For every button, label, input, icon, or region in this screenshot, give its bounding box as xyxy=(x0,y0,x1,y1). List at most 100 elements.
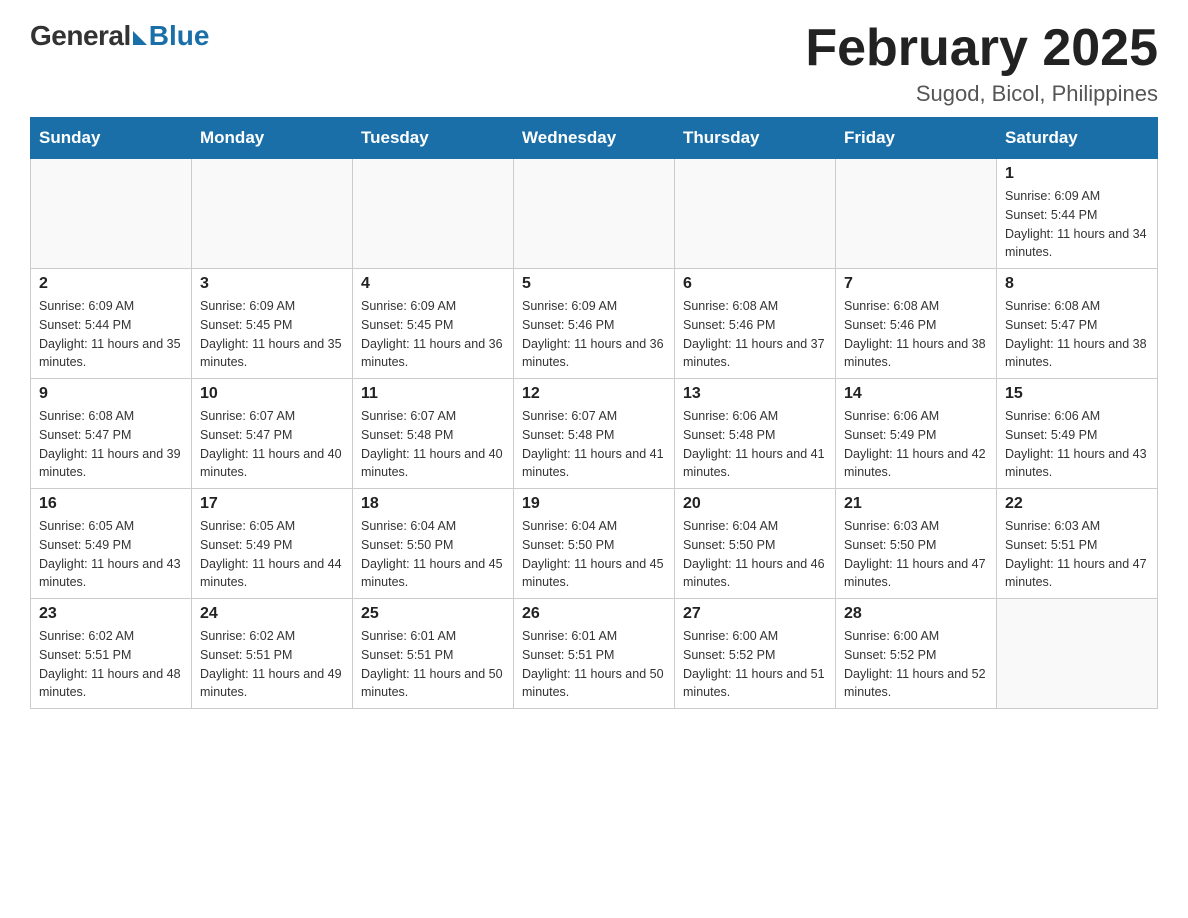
calendar-cell: 17 Sunrise: 6:05 AMSunset: 5:49 PMDayligh… xyxy=(192,489,353,599)
day-info: Sunrise: 6:00 AMSunset: 5:52 PMDaylight:… xyxy=(844,627,988,702)
calendar-header-saturday: Saturday xyxy=(997,118,1158,159)
calendar-header-friday: Friday xyxy=(836,118,997,159)
logo-general-text: General xyxy=(30,20,131,52)
day-number: 24 xyxy=(200,605,344,623)
day-number: 7 xyxy=(844,275,988,293)
day-info: Sunrise: 6:03 AMSunset: 5:50 PMDaylight:… xyxy=(844,517,988,592)
calendar-cell: 8 Sunrise: 6:08 AMSunset: 5:47 PMDaylight… xyxy=(997,269,1158,379)
day-number: 13 xyxy=(683,385,827,403)
day-number: 4 xyxy=(361,275,505,293)
day-number: 27 xyxy=(683,605,827,623)
day-number: 16 xyxy=(39,495,183,513)
day-info: Sunrise: 6:05 AMSunset: 5:49 PMDaylight:… xyxy=(39,517,183,592)
day-number: 5 xyxy=(522,275,666,293)
calendar-cell xyxy=(31,159,192,269)
calendar-week-row: 23 Sunrise: 6:02 AMSunset: 5:51 PMDayligh… xyxy=(31,599,1158,709)
day-info: Sunrise: 6:06 AMSunset: 5:49 PMDaylight:… xyxy=(1005,407,1149,482)
day-number: 12 xyxy=(522,385,666,403)
calendar-cell xyxy=(836,159,997,269)
calendar-cell: 19Sunrise: 6:04 AMSunset: 5:50 PMDayligh… xyxy=(514,489,675,599)
calendar-cell xyxy=(514,159,675,269)
calendar-cell: 22 Sunrise: 6:03 AMSunset: 5:51 PMDayligh… xyxy=(997,489,1158,599)
calendar-cell: 9 Sunrise: 6:08 AMSunset: 5:47 PMDaylight… xyxy=(31,379,192,489)
day-info: Sunrise: 6:06 AMSunset: 5:48 PMDaylight:… xyxy=(683,407,827,482)
day-info: Sunrise: 6:04 AMSunset: 5:50 PMDaylight:… xyxy=(683,517,827,592)
calendar-cell: 5 Sunrise: 6:09 AMSunset: 5:46 PMDaylight… xyxy=(514,269,675,379)
calendar-cell: 15 Sunrise: 6:06 AMSunset: 5:49 PMDayligh… xyxy=(997,379,1158,489)
calendar-cell: 3 Sunrise: 6:09 AMSunset: 5:45 PMDaylight… xyxy=(192,269,353,379)
day-number: 20 xyxy=(683,495,827,513)
day-info: Sunrise: 6:09 AMSunset: 5:45 PMDaylight:… xyxy=(361,297,505,372)
calendar-cell: 7 Sunrise: 6:08 AMSunset: 5:46 PMDaylight… xyxy=(836,269,997,379)
location-subtitle: Sugod, Bicol, Philippines xyxy=(805,81,1158,107)
day-info: Sunrise: 6:08 AMSunset: 5:47 PMDaylight:… xyxy=(39,407,183,482)
calendar-week-row: 2 Sunrise: 6:09 AMSunset: 5:44 PMDaylight… xyxy=(31,269,1158,379)
day-number: 11 xyxy=(361,385,505,403)
day-number: 14 xyxy=(844,385,988,403)
logo-blue-text: Blue xyxy=(149,20,210,52)
calendar-cell: 18 Sunrise: 6:04 AMSunset: 5:50 PMDayligh… xyxy=(353,489,514,599)
day-number: 1 xyxy=(1005,165,1149,183)
calendar-week-row: 16 Sunrise: 6:05 AMSunset: 5:49 PMDayligh… xyxy=(31,489,1158,599)
calendar-cell: 23 Sunrise: 6:02 AMSunset: 5:51 PMDayligh… xyxy=(31,599,192,709)
day-info: Sunrise: 6:09 AMSunset: 5:46 PMDaylight:… xyxy=(522,297,666,372)
day-number: 23 xyxy=(39,605,183,623)
calendar-cell: 2 Sunrise: 6:09 AMSunset: 5:44 PMDaylight… xyxy=(31,269,192,379)
calendar-cell: 26 Sunrise: 6:01 AMSunset: 5:51 PMDayligh… xyxy=(514,599,675,709)
day-number: 21 xyxy=(844,495,988,513)
calendar-header-row: SundayMondayTuesdayWednesdayThursdayFrid… xyxy=(31,118,1158,159)
day-number: 2 xyxy=(39,275,183,293)
calendar-header-wednesday: Wednesday xyxy=(514,118,675,159)
day-info: Sunrise: 6:09 AMSunset: 5:45 PMDaylight:… xyxy=(200,297,344,372)
day-info: Sunrise: 6:07 AMSunset: 5:48 PMDaylight:… xyxy=(361,407,505,482)
calendar-header-monday: Monday xyxy=(192,118,353,159)
calendar-header-sunday: Sunday xyxy=(31,118,192,159)
day-number: 9 xyxy=(39,385,183,403)
day-info: Sunrise: 6:02 AMSunset: 5:51 PMDaylight:… xyxy=(39,627,183,702)
calendar-cell: 11 Sunrise: 6:07 AMSunset: 5:48 PMDayligh… xyxy=(353,379,514,489)
day-info: Sunrise: 6:00 AMSunset: 5:52 PMDaylight:… xyxy=(683,627,827,702)
day-info: Sunrise: 6:08 AMSunset: 5:46 PMDaylight:… xyxy=(844,297,988,372)
day-info: Sunrise: 6:07 AMSunset: 5:47 PMDaylight:… xyxy=(200,407,344,482)
month-year-title: February 2025 xyxy=(805,20,1158,77)
day-number: 3 xyxy=(200,275,344,293)
day-number: 6 xyxy=(683,275,827,293)
day-number: 15 xyxy=(1005,385,1149,403)
day-info: Sunrise: 6:07 AMSunset: 5:48 PMDaylight:… xyxy=(522,407,666,482)
calendar-cell: 25Sunrise: 6:01 AMSunset: 5:51 PMDayligh… xyxy=(353,599,514,709)
day-info: Sunrise: 6:02 AMSunset: 5:51 PMDaylight:… xyxy=(200,627,344,702)
calendar-week-row: 9 Sunrise: 6:08 AMSunset: 5:47 PMDaylight… xyxy=(31,379,1158,489)
calendar-cell: 1 Sunrise: 6:09 AMSunset: 5:44 PMDaylight… xyxy=(997,159,1158,269)
day-info: Sunrise: 6:09 AMSunset: 5:44 PMDaylight:… xyxy=(39,297,183,372)
calendar-cell: 12 Sunrise: 6:07 AMSunset: 5:48 PMDayligh… xyxy=(514,379,675,489)
day-number: 8 xyxy=(1005,275,1149,293)
logo-arrow-icon xyxy=(133,31,147,45)
calendar-cell: 14 Sunrise: 6:06 AMSunset: 5:49 PMDayligh… xyxy=(836,379,997,489)
day-number: 17 xyxy=(200,495,344,513)
calendar-cell xyxy=(192,159,353,269)
calendar-table: SundayMondayTuesdayWednesdayThursdayFrid… xyxy=(30,117,1158,709)
calendar-cell xyxy=(675,159,836,269)
calendar-cell xyxy=(353,159,514,269)
day-info: Sunrise: 6:09 AMSunset: 5:44 PMDaylight:… xyxy=(1005,187,1149,262)
day-number: 22 xyxy=(1005,495,1149,513)
calendar-header-tuesday: Tuesday xyxy=(353,118,514,159)
day-info: Sunrise: 6:06 AMSunset: 5:49 PMDaylight:… xyxy=(844,407,988,482)
calendar-header-thursday: Thursday xyxy=(675,118,836,159)
day-number: 26 xyxy=(522,605,666,623)
day-info: Sunrise: 6:08 AMSunset: 5:47 PMDaylight:… xyxy=(1005,297,1149,372)
logo: General Blue xyxy=(30,20,209,52)
calendar-cell: 6Sunrise: 6:08 AMSunset: 5:46 PMDaylight… xyxy=(675,269,836,379)
calendar-cell: 20 Sunrise: 6:04 AMSunset: 5:50 PMDayligh… xyxy=(675,489,836,599)
day-info: Sunrise: 6:03 AMSunset: 5:51 PMDaylight:… xyxy=(1005,517,1149,592)
calendar-cell: 4 Sunrise: 6:09 AMSunset: 5:45 PMDaylight… xyxy=(353,269,514,379)
day-info: Sunrise: 6:05 AMSunset: 5:49 PMDaylight:… xyxy=(200,517,344,592)
day-number: 10 xyxy=(200,385,344,403)
title-area: February 2025 Sugod, Bicol, Philippines xyxy=(805,20,1158,107)
day-info: Sunrise: 6:01 AMSunset: 5:51 PMDaylight:… xyxy=(522,627,666,702)
day-info: Sunrise: 6:04 AMSunset: 5:50 PMDaylight:… xyxy=(361,517,505,592)
calendar-cell xyxy=(997,599,1158,709)
day-number: 18 xyxy=(361,495,505,513)
calendar-cell: 10 Sunrise: 6:07 AMSunset: 5:47 PMDayligh… xyxy=(192,379,353,489)
calendar-cell: 16 Sunrise: 6:05 AMSunset: 5:49 PMDayligh… xyxy=(31,489,192,599)
